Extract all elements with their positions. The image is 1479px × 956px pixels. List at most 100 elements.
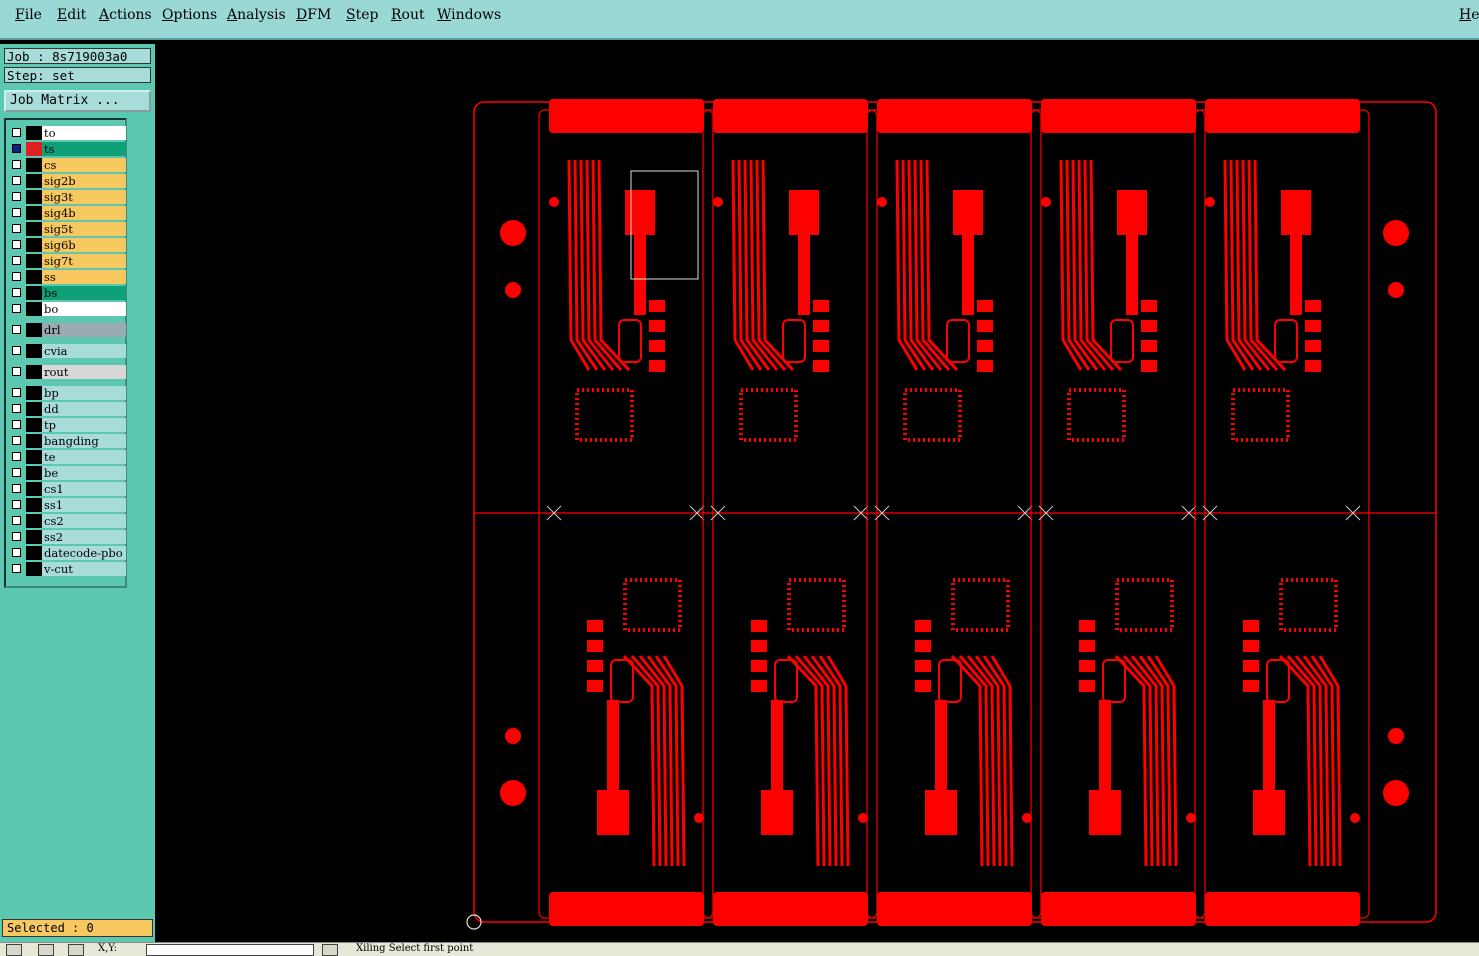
layer-name[interactable]: rout [42, 365, 126, 379]
layer-name[interactable]: cvia [42, 344, 126, 358]
layer-checkbox[interactable] [12, 516, 21, 525]
layer-color-swatch[interactable] [26, 434, 42, 448]
menu-file[interactable]: File [15, 7, 42, 23]
layer-row-sig4b[interactable]: sig4b [8, 206, 126, 220]
layer-name[interactable]: be [42, 466, 126, 480]
layer-name[interactable]: sig7t [42, 254, 126, 268]
coord-mode-button[interactable] [322, 944, 338, 956]
layer-row-dd[interactable]: dd [8, 402, 126, 416]
layer-color-swatch[interactable] [26, 238, 42, 252]
layer-color-swatch[interactable] [26, 344, 42, 358]
layer-name[interactable]: sig5t [42, 222, 126, 236]
layer-name[interactable]: sig3t [42, 190, 126, 204]
layer-name[interactable]: bp [42, 386, 126, 400]
layer-row-ss2[interactable]: ss2 [8, 530, 126, 544]
layer-color-swatch[interactable] [26, 365, 42, 379]
job-matrix-button[interactable]: Job Matrix ... [4, 90, 151, 112]
layer-checkbox[interactable] [12, 367, 21, 376]
menu-actions[interactable]: Actions [99, 7, 152, 23]
layer-color-swatch[interactable] [26, 323, 42, 337]
layer-checkbox[interactable] [12, 192, 21, 201]
layer-color-swatch[interactable] [26, 174, 42, 188]
layer-row-be[interactable]: be [8, 466, 126, 480]
layer-name[interactable]: sig4b [42, 206, 126, 220]
layer-checkbox[interactable] [12, 436, 21, 445]
layer-checkbox[interactable] [12, 128, 21, 137]
zoom-button[interactable] [6, 944, 22, 956]
layer-row-cs[interactable]: cs [8, 158, 126, 172]
pcb-view[interactable] [157, 44, 1479, 942]
layer-row-cs2[interactable]: cs2 [8, 514, 126, 528]
layer-checkbox[interactable] [12, 144, 21, 153]
menu-analysis[interactable]: Analysis [227, 7, 286, 23]
layer-color-swatch[interactable] [26, 562, 42, 576]
layer-name[interactable]: drl [42, 323, 126, 337]
layer-color-swatch[interactable] [26, 498, 42, 512]
layer-row-rout[interactable]: rout [8, 365, 126, 379]
layer-name[interactable]: ts [42, 142, 126, 156]
layer-row-datecode-pbo[interactable]: datecode-pbo [8, 546, 126, 560]
layer-color-swatch[interactable] [26, 302, 42, 316]
layer-color-swatch[interactable] [26, 418, 42, 432]
layer-row-sig6b[interactable]: sig6b [8, 238, 126, 252]
layer-color-swatch[interactable] [26, 482, 42, 496]
layer-checkbox[interactable] [12, 160, 21, 169]
layer-color-swatch[interactable] [26, 546, 42, 560]
layer-checkbox[interactable] [12, 325, 21, 334]
layer-name[interactable]: cs1 [42, 482, 126, 496]
layer-color-swatch[interactable] [26, 386, 42, 400]
layer-checkbox[interactable] [12, 272, 21, 281]
layer-checkbox[interactable] [12, 484, 21, 493]
layer-checkbox[interactable] [12, 564, 21, 573]
layer-checkbox[interactable] [12, 176, 21, 185]
layer-checkbox[interactable] [12, 388, 21, 397]
layer-color-swatch[interactable] [26, 450, 42, 464]
layer-color-swatch[interactable] [26, 254, 42, 268]
layer-row-v-cut[interactable]: v-cut [8, 562, 126, 576]
layer-name[interactable]: sig6b [42, 238, 126, 252]
check-button[interactable] [38, 944, 54, 956]
layer-scrollbar[interactable] [128, 118, 153, 918]
layer-name[interactable]: tp [42, 418, 126, 432]
layer-row-bp[interactable]: bp [8, 386, 126, 400]
layer-color-swatch[interactable] [26, 286, 42, 300]
layer-row-sig7t[interactable]: sig7t [8, 254, 126, 268]
layer-color-swatch[interactable] [26, 530, 42, 544]
layer-row-ss[interactable]: ss [8, 270, 126, 284]
layer-name[interactable]: datecode-pbo [42, 546, 126, 560]
layer-name[interactable]: ss1 [42, 498, 126, 512]
layer-color-swatch[interactable] [26, 402, 42, 416]
menu-help[interactable]: Help [1459, 7, 1479, 23]
layer-color-swatch[interactable] [26, 126, 42, 140]
menu-edit[interactable]: Edit [57, 7, 86, 23]
layer-color-swatch[interactable] [26, 466, 42, 480]
layer-checkbox[interactable] [12, 404, 21, 413]
layer-name[interactable]: te [42, 450, 126, 464]
layer-name[interactable]: bs [42, 286, 126, 300]
layer-row-drl[interactable]: drl [8, 323, 126, 337]
layer-color-swatch[interactable] [26, 158, 42, 172]
layer-checkbox[interactable] [12, 256, 21, 265]
layer-checkbox[interactable] [12, 548, 21, 557]
layer-row-tp[interactable]: tp [8, 418, 126, 432]
layer-name[interactable]: bo [42, 302, 126, 316]
layer-name[interactable]: cs [42, 158, 126, 172]
layer-row-te[interactable]: te [8, 450, 126, 464]
layer-name[interactable]: cs2 [42, 514, 126, 528]
layer-row-bangding[interactable]: bangding [8, 434, 126, 448]
layer-checkbox[interactable] [12, 346, 21, 355]
layer-row-cs1[interactable]: cs1 [8, 482, 126, 496]
layer-name[interactable]: dd [42, 402, 126, 416]
layer-color-swatch[interactable] [26, 222, 42, 236]
layer-checkbox[interactable] [12, 532, 21, 541]
coord-input[interactable] [146, 944, 314, 956]
graphics-canvas[interactable] [157, 44, 1479, 942]
menu-options[interactable]: Options [162, 7, 217, 23]
layer-color-swatch[interactable] [26, 206, 42, 220]
layer-checkbox[interactable] [12, 240, 21, 249]
layer-row-ts[interactable]: ts [8, 142, 126, 156]
menu-dfm[interactable]: DFM [296, 7, 331, 23]
layer-checkbox[interactable] [12, 420, 21, 429]
menu-step[interactable]: Step [346, 7, 378, 23]
menu-rout[interactable]: Rout [391, 7, 425, 23]
